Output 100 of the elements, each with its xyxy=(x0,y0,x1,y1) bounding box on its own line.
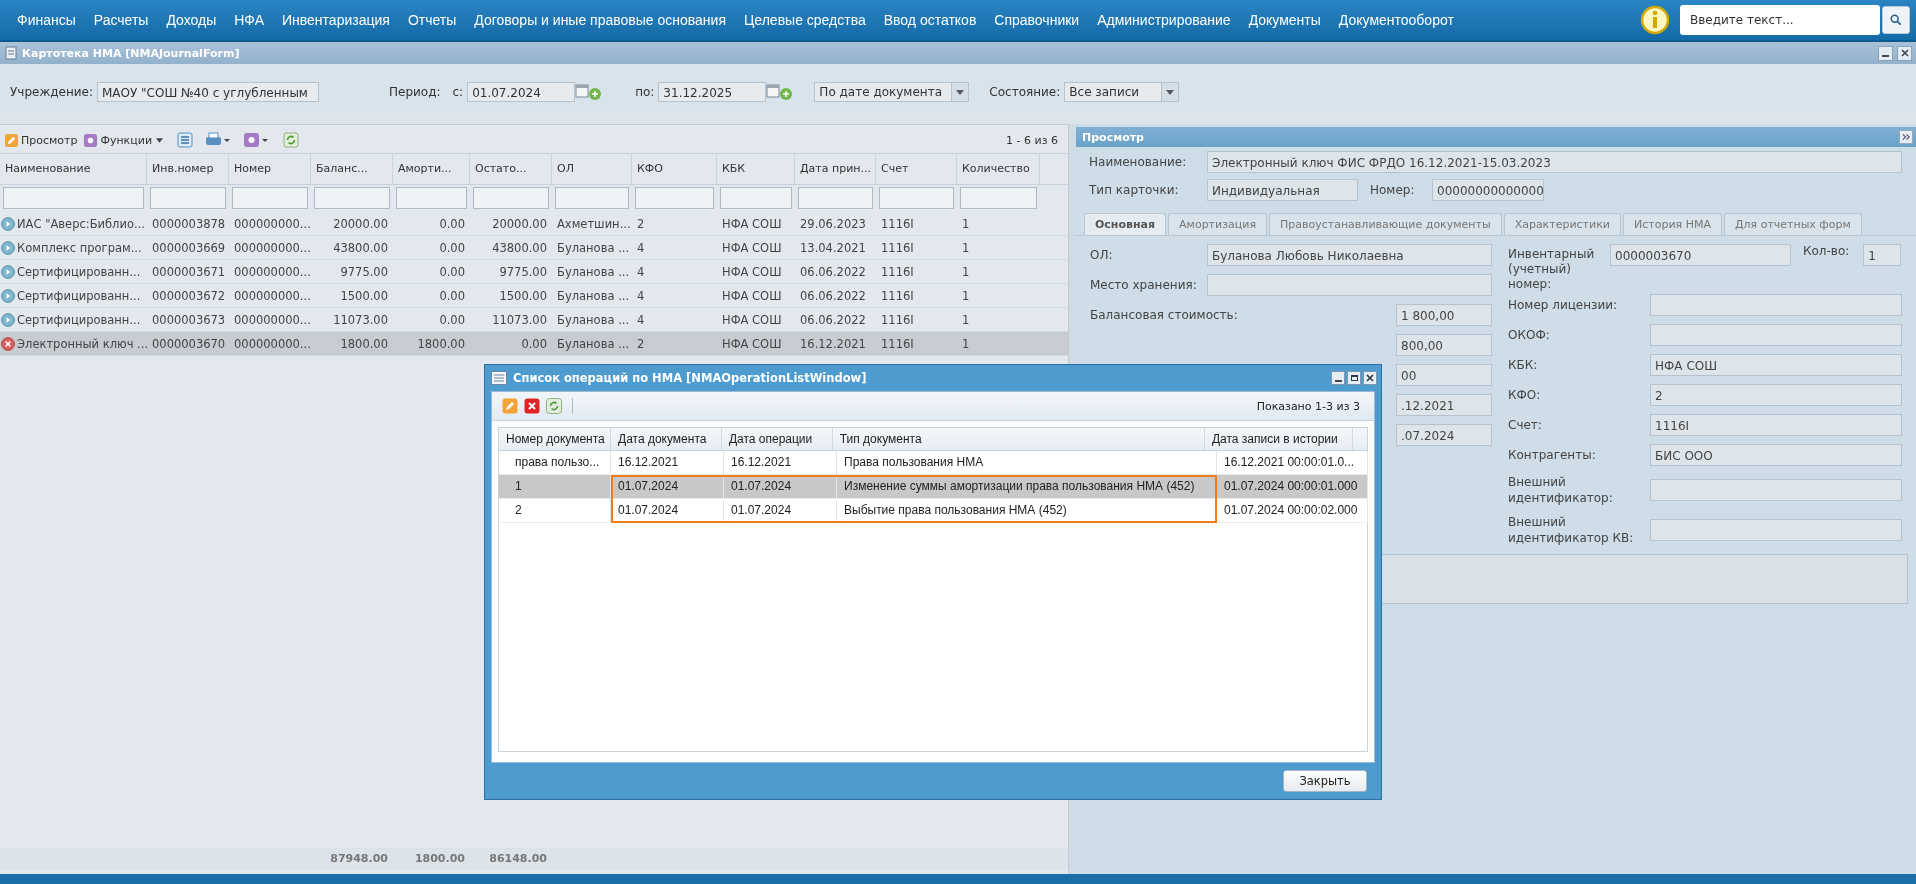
from-date-field[interactable]: 01.07.2024 xyxy=(467,82,576,102)
state-dropdown[interactable]: Все записи xyxy=(1064,82,1180,102)
table-cell: 06.06.2022 xyxy=(800,264,866,279)
table-cell: 11073.00 xyxy=(333,312,388,327)
input-field[interactable]: .12.2021 xyxy=(1396,394,1492,416)
input-field[interactable]: НФА СОШ xyxy=(1650,354,1902,376)
caret-icon xyxy=(1166,89,1175,95)
menu-item[interactable]: Расчеты xyxy=(84,12,158,28)
column-header[interactable]: Дата документа xyxy=(611,428,722,450)
menu-item[interactable]: Документооборот xyxy=(1329,12,1463,28)
input-field[interactable] xyxy=(1207,274,1492,296)
column-filter-field[interactable] xyxy=(396,187,467,209)
column-filter-field[interactable] xyxy=(232,187,308,209)
column-header[interactable]: Дата операции xyxy=(721,428,833,450)
column-filter-field[interactable] xyxy=(3,187,144,209)
column-filter-field[interactable] xyxy=(473,187,549,209)
input-field[interactable]: 1116I xyxy=(1650,414,1902,436)
input-field[interactable] xyxy=(1650,519,1902,541)
tab[interactable]: Амортизация xyxy=(1168,213,1267,235)
field-label: Внешний идентификатор: xyxy=(1508,474,1614,506)
card-type-field[interactable]: Индивидуальная xyxy=(1207,179,1358,201)
number-field[interactable]: 00000000000000 xyxy=(1432,179,1544,201)
column-filter-field[interactable] xyxy=(555,187,629,209)
menu-item[interactable]: НФА xyxy=(225,12,273,28)
close-button[interactable] xyxy=(1363,371,1377,385)
table-row[interactable]: Электронный ключ ... 0000003670 000000000... 1800.00 1800.00 0.00 Буланова ... 2 НФА СОШ 16.12.2021 1116I 1 xyxy=(0,332,1068,356)
column-filter-field[interactable] xyxy=(720,187,792,209)
tab[interactable]: История НМА xyxy=(1623,213,1722,235)
menu-item[interactable]: Договоры и иные правовые основания xyxy=(465,12,735,28)
refresh-icon[interactable] xyxy=(283,132,300,148)
input-field[interactable]: Буланова Любовь Николаевна xyxy=(1207,244,1492,266)
input-field[interactable] xyxy=(1650,324,1902,346)
input-field[interactable] xyxy=(1650,479,1902,501)
printer-icon[interactable] xyxy=(205,132,232,148)
institution-field[interactable]: МАОУ "СОШ №40 с углубленным xyxy=(96,82,319,102)
menu-item[interactable]: Доходы xyxy=(157,12,226,28)
delete-icon[interactable] xyxy=(524,398,540,414)
column-filter-field[interactable] xyxy=(314,187,390,209)
tab[interactable]: Основная xyxy=(1084,213,1167,235)
name-field[interactable]: Электронный ключ ФИС ФРДО 16.12.2021-15.03.2023 xyxy=(1207,151,1902,173)
menu-item[interactable]: Финансы xyxy=(8,12,85,28)
calendar-icon[interactable] xyxy=(575,82,604,102)
tab[interactable]: Характеристики xyxy=(1503,213,1621,235)
menu-item[interactable]: Целевые средства xyxy=(735,12,875,28)
date-mode-dropdown[interactable]: По дате документа xyxy=(814,82,970,102)
paging-info: Показано 1-3 из 3 xyxy=(1256,399,1360,413)
table-row[interactable]: 2 01.07.2024 01.07.2024 Выбытие права пользования НМА (452) 01.07.2024 00:00:02.000 xyxy=(499,499,1368,523)
calendar-icon[interactable] xyxy=(766,82,795,102)
table-cell: 9775.00 xyxy=(340,264,388,279)
inventory-number-field[interactable]: 0000003670 xyxy=(1610,244,1791,266)
table-cell: Выбытие права пользования НМА (452) xyxy=(844,503,1067,517)
menu-item[interactable]: Администрирование xyxy=(1088,12,1240,28)
tab[interactable]: Правоустанавливающие документы xyxy=(1269,213,1502,235)
minimize-button[interactable] xyxy=(1878,45,1893,61)
table-cell: Сертифицированн... xyxy=(17,288,141,303)
menu-item[interactable]: Отчеты xyxy=(398,12,466,28)
info-icon[interactable] xyxy=(1640,5,1670,35)
table-cell: ИАС "Аверс:Библио... xyxy=(17,216,145,231)
table-cell: 000000000... xyxy=(234,288,311,303)
edit-icon[interactable] xyxy=(502,398,518,414)
column-header[interactable]: Дата записи в истории xyxy=(1204,428,1353,450)
close-button[interactable]: Закрыть xyxy=(1283,770,1367,792)
settings-icon[interactable] xyxy=(243,132,270,148)
minimize-button[interactable] xyxy=(1331,371,1345,385)
table-cell: 06.06.2022 xyxy=(800,312,866,327)
column-filter-field[interactable] xyxy=(960,187,1037,209)
column-filter-field[interactable] xyxy=(635,187,714,209)
search-field[interactable]: Введите текст... xyxy=(1680,5,1880,35)
maximize-button[interactable] xyxy=(1347,371,1361,385)
input-field[interactable]: 1 800,00 xyxy=(1396,304,1492,326)
search-button[interactable] xyxy=(1882,6,1910,34)
menu-item[interactable]: Справочники xyxy=(985,12,1089,28)
menu-item[interactable]: Ввод остатков xyxy=(874,12,986,28)
list-icon[interactable] xyxy=(177,132,194,148)
column-header[interactable]: Номер документа xyxy=(499,428,611,450)
column-filter-field[interactable] xyxy=(879,187,954,209)
menu-item[interactable]: Документы xyxy=(1239,12,1330,28)
column-filter-field[interactable] xyxy=(150,187,226,209)
close-button[interactable] xyxy=(1897,45,1912,61)
input-field[interactable]: 00 xyxy=(1396,364,1492,386)
view-button[interactable]: Просмотр xyxy=(4,132,78,148)
table-cell: 000000000... xyxy=(234,240,311,255)
column-header[interactable]: Тип документа xyxy=(832,428,1205,450)
input-field[interactable] xyxy=(1650,294,1902,316)
functions-button[interactable]: Функции xyxy=(83,132,164,148)
to-date-field[interactable]: 31.12.2025 xyxy=(658,82,767,102)
field-label: Тип карточки: xyxy=(1089,183,1180,197)
collapse-button[interactable] xyxy=(1899,130,1913,144)
table-row[interactable]: 1 01.07.2024 01.07.2024 Изменение суммы амортизации права пользования НМА (452) 01.07.2024 00:00:01.000 xyxy=(499,475,1368,499)
tab[interactable]: Для отчетных форм xyxy=(1723,213,1862,235)
input-field[interactable]: .07.2024 xyxy=(1396,424,1492,446)
menu-item[interactable]: Инвентаризация xyxy=(273,12,399,28)
column-filter-field[interactable] xyxy=(798,187,873,209)
input-field[interactable]: БИС ООО xyxy=(1650,444,1902,466)
quantity-field[interactable]: 1 xyxy=(1863,244,1902,266)
input-field[interactable]: 2 xyxy=(1650,384,1902,406)
refresh-icon[interactable] xyxy=(546,398,562,414)
table-cell: НФА СОШ xyxy=(722,288,782,303)
table-cell: Буланова ... xyxy=(557,312,630,327)
input-field[interactable]: 800,00 xyxy=(1396,334,1492,356)
